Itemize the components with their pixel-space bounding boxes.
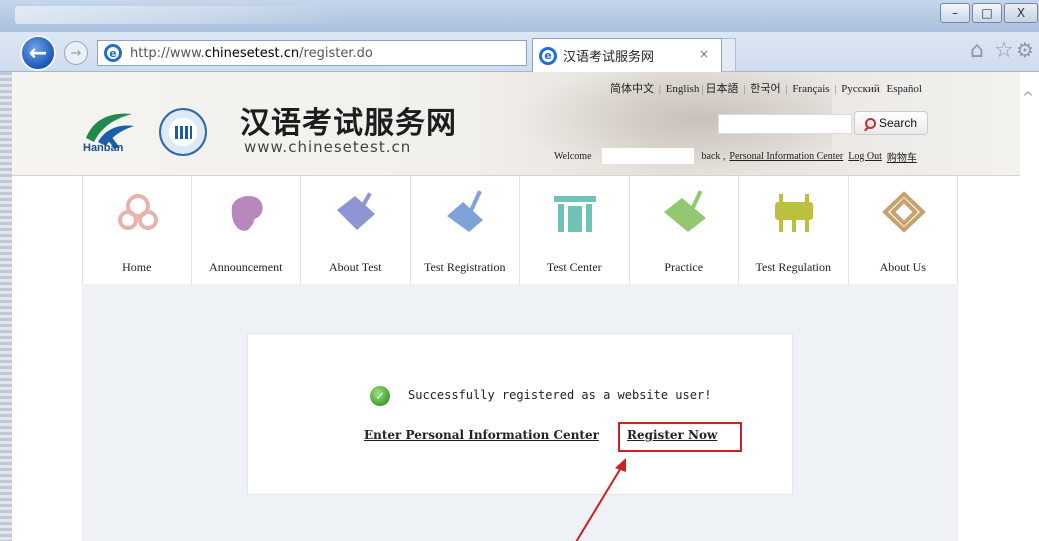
book-icon [663, 190, 706, 232]
lang-ru[interactable]: Русский [841, 83, 880, 95]
language-bar: 简体中文 | English | 日本語 | 한국어 | Français | Ру… [610, 83, 922, 95]
username-field [601, 148, 694, 164]
logout-link[interactable]: Log Out [848, 151, 882, 162]
background-tabs [15, 6, 345, 24]
home-ornament-icon [118, 194, 158, 230]
forward-button[interactable]: → [64, 41, 88, 65]
nav-item-home[interactable]: Home [82, 176, 192, 284]
nav-label: About Test [328, 260, 382, 274]
bronze-vessel-icon [775, 194, 813, 232]
site-title: 汉语考试服务网 [240, 106, 457, 141]
nav-item-about-us[interactable]: About Us [849, 176, 958, 284]
home-icon[interactable]: ⌂ [970, 38, 984, 63]
lang-zh[interactable]: 简体中文 [610, 83, 654, 95]
brush-icon [446, 190, 483, 232]
knot-icon [881, 191, 926, 233]
welcome-row: Welcome back , Personal Information Cent… [554, 148, 917, 164]
nav-item-test-regulation[interactable]: Test Regulation [739, 176, 849, 284]
address-bar[interactable]: e http://www.chinesetest.cn/register.do … [97, 40, 607, 66]
nav-item-practice[interactable]: Practice [630, 176, 739, 284]
tab-close-icon[interactable]: × [699, 47, 709, 61]
back-button[interactable]: ← [20, 35, 56, 71]
site-url: www.chinesetest.cn [244, 138, 412, 156]
nav-label: Practice [664, 260, 704, 274]
nav-item-about-test[interactable]: About Test [301, 176, 411, 284]
lang-en[interactable]: English [666, 83, 700, 95]
welcome-label: Welcome [554, 150, 592, 162]
tab-title: 汉语考试服务网 [563, 50, 655, 65]
scroll-up-icon[interactable]: ^ [1022, 90, 1034, 106]
ie-logo-icon: e [539, 46, 557, 65]
register-now-link[interactable]: Register Now [627, 428, 717, 442]
gate-icon [554, 196, 596, 232]
search-button[interactable]: Search [854, 111, 928, 135]
minimize-button[interactable]: – [940, 3, 970, 23]
close-window-button[interactable]: X [1004, 3, 1038, 23]
url-text[interactable]: http://www.chinesetest.cn/register.do [130, 46, 373, 61]
nav-item-test-registration[interactable]: Test Registration [411, 176, 520, 284]
lang-ko[interactable]: 한국어 [750, 83, 780, 95]
search-icon [864, 117, 876, 129]
cart-link[interactable]: 购物车 [887, 149, 917, 164]
nav-label: About Us [879, 260, 926, 274]
site-header: 简体中文 | English | 日本語 | 한국어 | Français | Ру… [12, 72, 1020, 176]
main-nav: Home Announcement About Test Test Regist… [82, 176, 958, 284]
logo-text: Hanban [83, 142, 124, 154]
window-title-bar: – □ X [0, 0, 1039, 32]
page-viewport: 简体中文 | English | 日本語 | 한국어 | Français | Ру… [0, 72, 1039, 541]
vertical-scrollbar[interactable]: ^ [1020, 72, 1039, 541]
nav-item-test-center[interactable]: Test Center [520, 176, 630, 284]
nav-label: Announcement [209, 260, 283, 274]
personal-center-link[interactable]: Personal Information Center [729, 151, 843, 162]
lang-ja[interactable]: 日本語 [706, 83, 739, 95]
check-circle-icon: ✓ [370, 386, 390, 406]
back-label: back , [701, 150, 726, 162]
site-search-input[interactable] [718, 114, 852, 134]
confucius-institute-seal-icon [159, 108, 207, 156]
star-icon[interactable]: ☆ [994, 38, 1014, 63]
success-message: Successfully registered as a website use… [408, 388, 712, 402]
main-panel: ✓ Successfully registered as a website u… [82, 284, 958, 541]
swirl-icon [231, 195, 263, 231]
browser-toolbar: ← → e http://www.chinesetest.cn/register… [0, 32, 1039, 72]
nav-label: Test Regulation [755, 260, 831, 274]
nav-label: Home [122, 260, 152, 274]
nav-label: Test Registration [424, 260, 506, 274]
enter-personal-center-link[interactable]: Enter Personal Information Center [364, 428, 599, 442]
scroll-icon [337, 192, 375, 230]
window-left-edge [0, 72, 12, 541]
new-tab-button[interactable] [722, 38, 736, 72]
maximize-button[interactable]: □ [972, 3, 1002, 23]
nav-label: Test Center [546, 260, 602, 274]
success-card: ✓ Successfully registered as a website u… [247, 333, 793, 495]
browser-tab[interactable]: e 汉语考试服务网 × [532, 38, 722, 72]
ie-logo-icon: e [104, 44, 122, 62]
search-button-label: Search [878, 116, 918, 130]
lang-fr[interactable]: Français [792, 83, 829, 95]
nav-item-announcement[interactable]: Announcement [192, 176, 301, 284]
lang-es[interactable]: Español [887, 83, 922, 95]
gear-icon[interactable]: ⚙ [1016, 38, 1034, 62]
